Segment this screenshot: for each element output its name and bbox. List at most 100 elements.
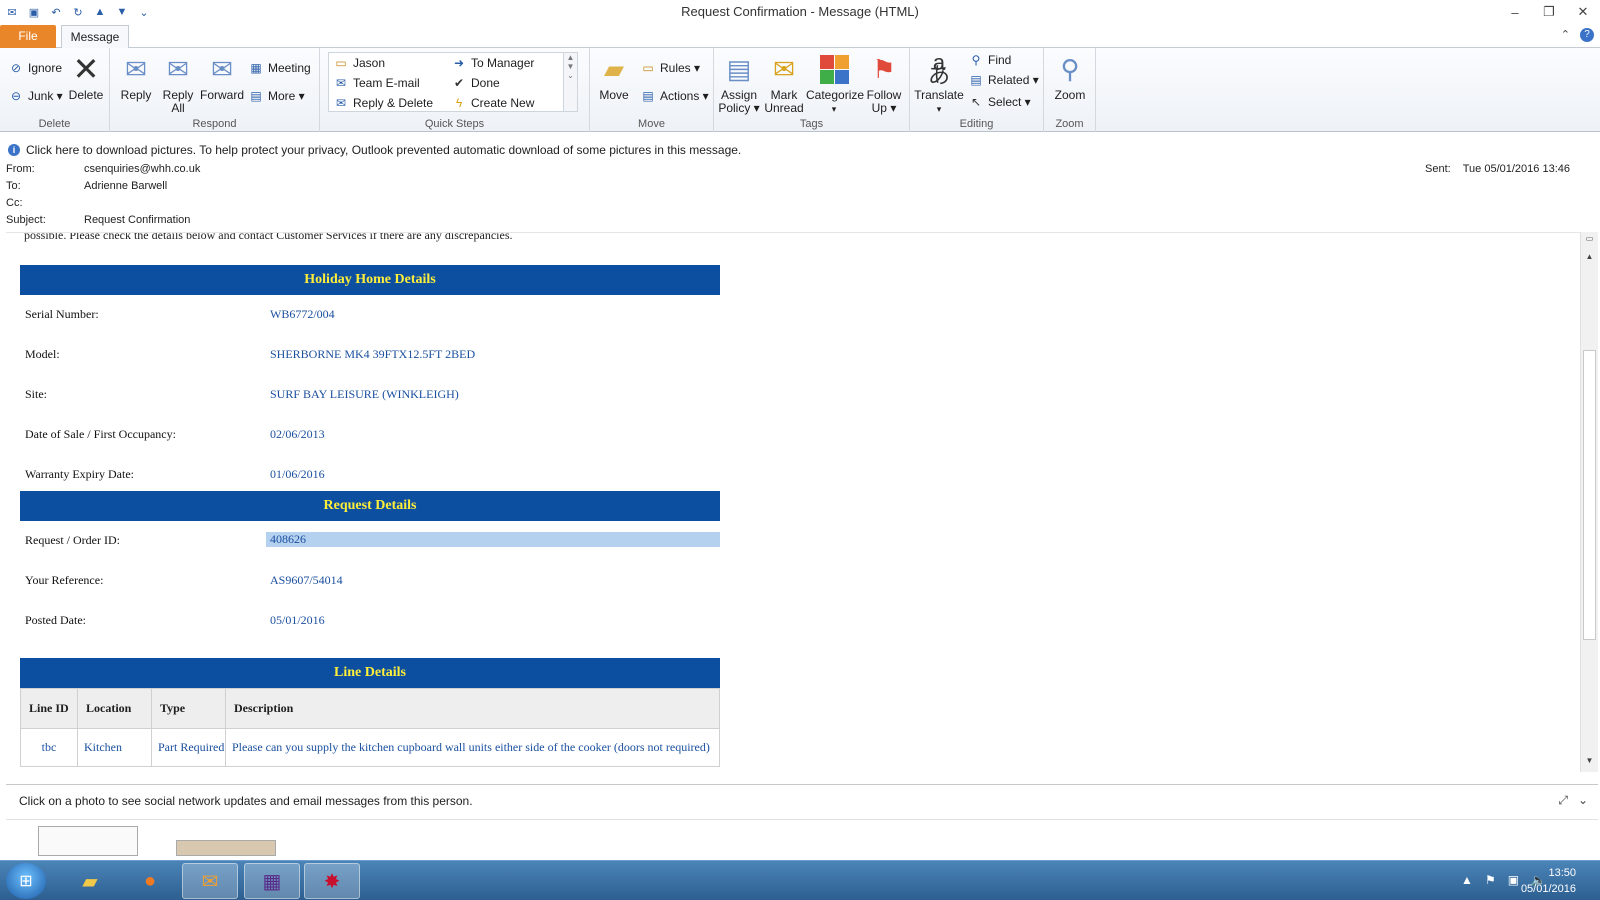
scroll-down-arrow[interactable]: ▼	[1583, 756, 1596, 768]
quick-step-done[interactable]: ✔ Done	[451, 75, 500, 91]
rules-icon: ▭	[642, 61, 654, 75]
assign-policy-button[interactable]: ▤ Assign Policy ▾	[718, 52, 760, 115]
description-cell: Please can you supply the kitchen cupboa…	[225, 728, 720, 767]
actions-icon: ▤	[642, 89, 654, 103]
select-button[interactable]: ↖ Select ▾	[968, 94, 1031, 110]
reply-all-button[interactable]: ✉ Reply All	[156, 52, 200, 115]
tab-file[interactable]: File	[0, 25, 56, 48]
sent-label: Sent:	[1425, 163, 1451, 175]
scroll-up-arrow[interactable]: ▲	[1583, 252, 1596, 264]
zoom-button[interactable]: ⚲ Zoom	[1048, 52, 1092, 102]
expand-icon[interactable]: ⤢	[1558, 793, 1568, 808]
show-hidden-icons-icon[interactable]: ▲	[1461, 873, 1473, 887]
holiday-home-details: Holiday Home Details Serial Number: WB67…	[20, 265, 720, 495]
holiday-home-title: Holiday Home Details	[20, 265, 720, 295]
reply-icon: ✉	[125, 53, 147, 84]
redo-icon[interactable]: ↻	[70, 4, 86, 20]
file-explorer-icon[interactable]: ▰	[62, 863, 118, 899]
categorize-button[interactable]: Categorize ▾	[806, 52, 864, 116]
reply-delete-icon: ✉	[335, 96, 347, 110]
lightning-icon: ϟ	[455, 96, 463, 110]
group-label-quick-steps: Quick Steps	[424, 118, 485, 130]
team-email-icon: ✉	[335, 76, 347, 90]
reply-button[interactable]: ✉ Reply	[114, 52, 158, 102]
calculator-icon[interactable]: ▦	[244, 863, 300, 899]
request-details-title: Request Details	[20, 491, 720, 521]
translate-button[interactable]: aあ Translate ▾	[914, 52, 964, 116]
forward-button[interactable]: ✉ Forward	[198, 52, 246, 102]
junk-icon: ⊖	[10, 89, 22, 103]
quick-access-toolbar: ✉ ▣ ↶ ↻ ▲ ▼ ⌄	[0, 4, 152, 20]
mark-unread-button[interactable]: ✉ Mark Unread	[762, 52, 806, 115]
quick-step-jason[interactable]: ▭ Jason	[333, 55, 385, 71]
meeting-button[interactable]: ▦ Meeting	[248, 60, 310, 76]
assign-policy-icon: ▤	[726, 53, 752, 84]
clock-date: 05/01/2016	[1520, 883, 1576, 895]
envelope-icon[interactable]: ✉	[4, 4, 20, 20]
model-value: SHERBORNE MK4 39FTX12.5FT 2BED	[270, 347, 476, 361]
group-label-respond: Respond	[192, 118, 237, 130]
firefox-icon[interactable]: ●	[122, 863, 178, 899]
download-pictures-infobar[interactable]: i Click here to download pictures. To he…	[0, 140, 1600, 160]
restore-button[interactable]: ❐	[1532, 0, 1566, 24]
serial-number-value: WB6772/004	[270, 307, 335, 321]
follow-up-button[interactable]: ⚑ Follow Up ▾	[862, 52, 906, 115]
detail-row: Posted Date: 05/01/2016	[25, 613, 325, 627]
next-item-icon[interactable]: ▼	[114, 4, 130, 20]
col-line-id: Line ID	[20, 688, 78, 729]
start-button[interactable]: ⊞	[6, 863, 46, 899]
order-id-value[interactable]: 408626	[266, 532, 720, 547]
contact-photo[interactable]	[176, 840, 276, 856]
action-center-flag-icon[interactable]: ⚑	[1485, 873, 1496, 887]
network-icon[interactable]: ▣	[1508, 873, 1519, 887]
to-value[interactable]: Adrienne Barwell	[84, 180, 167, 192]
quick-steps-scroll[interactable]: ▲ ▼ ⌄	[563, 53, 577, 111]
request-details: Request Details Request / Order ID: 4086…	[20, 491, 720, 641]
chevron-down-icon[interactable]: ⌄	[1578, 793, 1588, 808]
quick-step-reply-delete[interactable]: ✉ Reply & Delete	[333, 95, 433, 111]
delete-button[interactable]: ✕ Delete	[66, 52, 106, 102]
arrow-right-icon: ➜	[453, 56, 465, 70]
move-button[interactable]: ▰ Move	[594, 52, 634, 102]
previous-item-icon[interactable]: ▲	[92, 4, 108, 20]
paint-splash-icon[interactable]: ✸	[304, 863, 360, 899]
quick-step-create-new[interactable]: ϟ Create New	[451, 95, 535, 111]
message-body[interactable]: possible. Please check the details below…	[6, 232, 1580, 772]
mark-unread-icon: ✉	[773, 53, 795, 84]
scroll-top-icon[interactable]: ▭	[1583, 234, 1596, 246]
window-controls: – ❐ ✕	[1498, 0, 1600, 24]
customize-toolbar-icon[interactable]: ⌄	[136, 4, 152, 20]
clock[interactable]: 13:50 05/01/2016	[1521, 865, 1576, 897]
col-description: Description	[225, 688, 720, 729]
to-label: To:	[6, 180, 21, 192]
more-button[interactable]: ▤ More ▾	[248, 88, 304, 104]
close-button[interactable]: ✕	[1566, 0, 1600, 24]
related-icon: ▤	[970, 73, 982, 87]
minimize-button[interactable]: –	[1498, 0, 1532, 24]
message-scrollbar[interactable]: ▭ ▲ ▼	[1580, 232, 1598, 772]
from-value[interactable]: csenquiries@whh.co.uk	[84, 163, 200, 175]
delete-group: ⊘ Ignore ⊖ Junk ▾ ✕ Delete Delete	[0, 48, 110, 132]
outlook-icon[interactable]: ✉	[182, 863, 238, 899]
line-details-title: Line Details	[20, 658, 720, 688]
undo-icon[interactable]: ↶	[48, 4, 64, 20]
collapse-ribbon-icon[interactable]: ⌃	[1561, 28, 1570, 42]
rules-button[interactable]: ▭ Rules ▾	[640, 60, 700, 76]
actions-button[interactable]: ▤ Actions ▾	[640, 88, 708, 104]
group-label-tags: Tags	[799, 118, 824, 130]
quick-step-to-manager[interactable]: ➜ To Manager	[451, 55, 534, 71]
contact-photo-placeholder[interactable]	[38, 826, 138, 856]
save-icon[interactable]: ▣	[26, 4, 42, 20]
ignore-button[interactable]: ⊘ Ignore	[8, 60, 62, 76]
editing-group: aあ Translate ▾ ⚲ Find ▤ Related ▾ ↖ Sele…	[910, 48, 1044, 132]
subject-value: Request Confirmation	[84, 214, 191, 226]
find-button[interactable]: ⚲ Find	[968, 52, 1012, 68]
quick-step-team-email[interactable]: ✉ Team E-mail	[333, 75, 420, 91]
tags-group: ▤ Assign Policy ▾ ✉ Mark Unread Categori…	[714, 48, 910, 132]
junk-button[interactable]: ⊖ Junk ▾	[8, 88, 63, 104]
related-button[interactable]: ▤ Related ▾	[968, 72, 1038, 88]
help-icon[interactable]: ?	[1580, 28, 1594, 42]
scroll-thumb[interactable]	[1583, 350, 1596, 640]
tab-message[interactable]: Message	[61, 25, 129, 49]
zoom-group: ⚲ Zoom Zoom	[1044, 48, 1096, 132]
